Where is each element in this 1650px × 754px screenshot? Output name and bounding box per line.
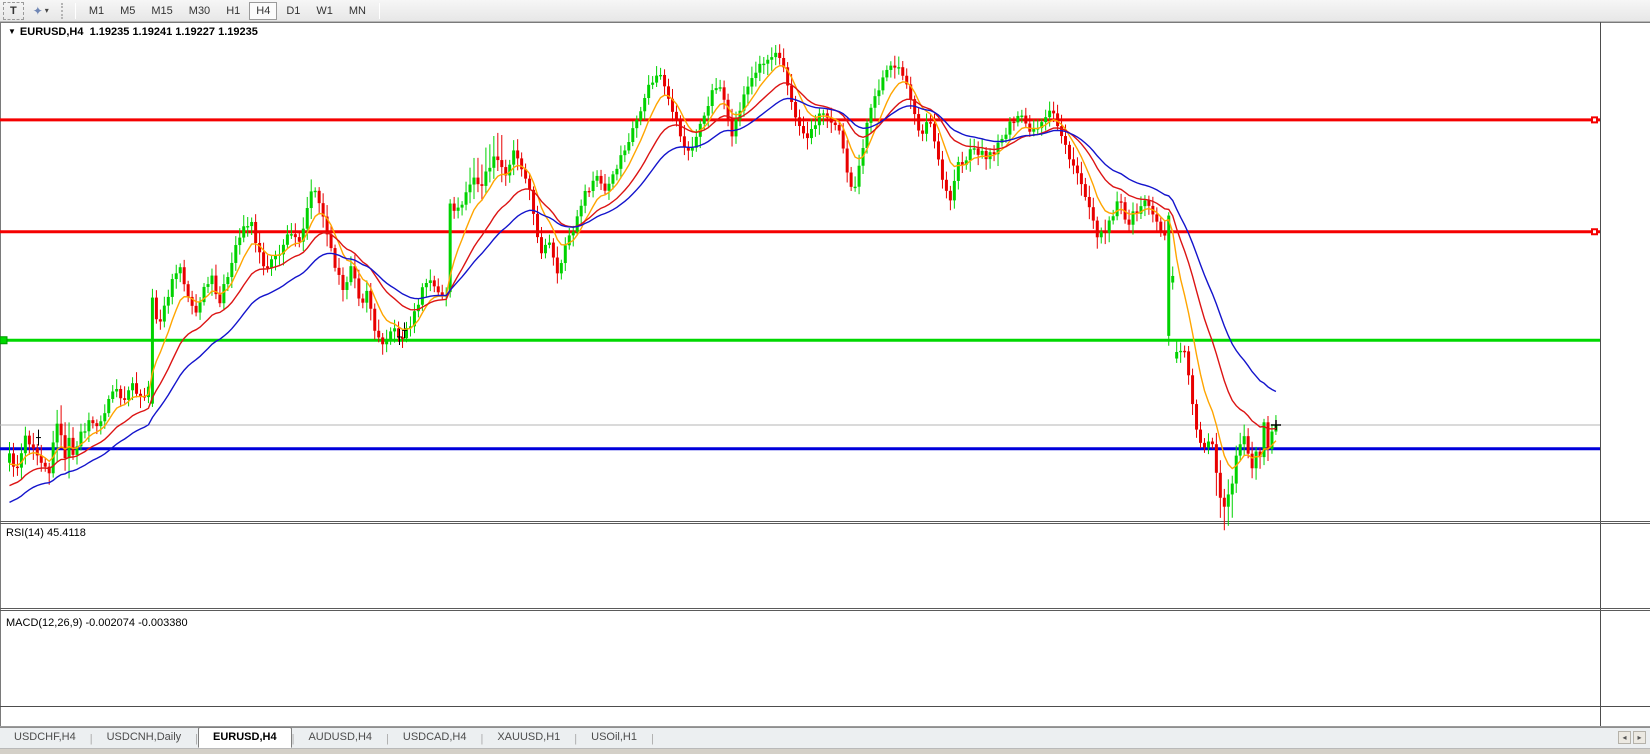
scroll-right-button[interactable]: ▸ <box>1633 731 1646 744</box>
scroll-left-button[interactable]: ◂ <box>1618 731 1631 744</box>
chart-canvas[interactable] <box>0 0 1650 754</box>
chart-symbol-label: EURUSD,H4 <box>20 26 84 38</box>
macd-indicator-label: MACD(12,26,9) -0.002074 -0.003380 <box>6 617 188 629</box>
rsi-indicator-label: RSI(14) 45.4118 <box>6 527 86 539</box>
tab-scroll-buttons: ◂ ▸ <box>1618 731 1646 744</box>
tab-usdcnh-daily[interactable]: USDCNH,Daily <box>93 728 196 748</box>
mt4-window: T ✦ ▾ M1M5M15M30H1H4D1W1MN ▼EURUSD,H4 1.… <box>0 0 1650 754</box>
tab-separator: | <box>651 733 654 748</box>
expand-triangle-icon: ▼ <box>8 27 16 36</box>
tab-usdcad-h4[interactable]: USDCAD,H4 <box>389 728 481 748</box>
chart-tab-bar: USDCHF,H4|USDCNH,Daily|EURUSD,H4|AUDUSD,… <box>0 727 1650 749</box>
chart-quote-values: 1.19235 1.19241 1.19227 1.19235 <box>90 26 258 38</box>
tab-xauusd-h1[interactable]: XAUUSD,H1 <box>483 728 574 748</box>
tab-eurusd-h4[interactable]: EURUSD,H4 <box>198 727 292 748</box>
tab-audusd-h4[interactable]: AUDUSD,H4 <box>294 728 386 748</box>
tab-usdchf-h4[interactable]: USDCHF,H4 <box>0 728 90 748</box>
chart-title: ▼ EURUSD,H4 1.19235 1.19241 1.19227 1.192… <box>8 26 258 38</box>
tab-usoil-h1[interactable]: USOil,H1 <box>577 728 651 748</box>
